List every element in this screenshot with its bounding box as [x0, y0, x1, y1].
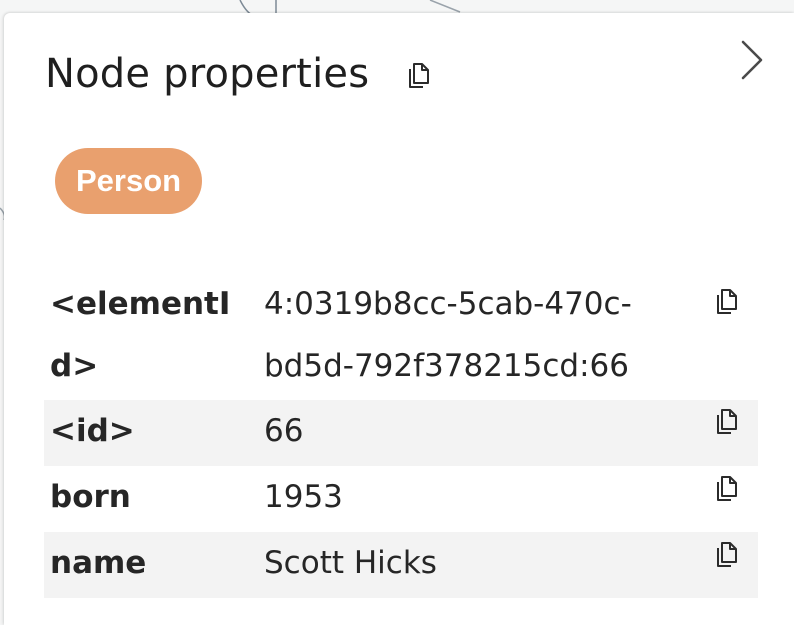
property-key: name [50, 545, 147, 581]
property-value: Scott Hicks [264, 545, 437, 581]
label-chip-person[interactable]: Person [55, 148, 203, 214]
property-key: born [50, 479, 131, 515]
table-row: born 1953 [44, 466, 758, 532]
copy-icon[interactable] [714, 540, 740, 570]
properties-table: <elementI d> 4:0319b8cc-5cab-470c- bd5d-… [44, 273, 758, 598]
table-row: <elementI d> 4:0319b8cc-5cab-470c- bd5d-… [44, 273, 758, 400]
node-properties-panel: Node properties Person <elementI d> 4:03… [4, 13, 794, 625]
panel-title: Node properties [45, 51, 370, 97]
property-key: <id> [50, 413, 135, 449]
copy-icon[interactable] [714, 474, 740, 504]
copy-icon[interactable] [714, 407, 740, 437]
table-row: name Scott Hicks [44, 532, 758, 598]
property-value: 1953 [264, 479, 343, 515]
property-key-line: <elementI [50, 286, 231, 322]
table-row: <id> 66 [44, 400, 758, 466]
chevron-right-icon[interactable] [734, 38, 768, 82]
property-key-line: d> [50, 348, 99, 384]
property-value: 66 [264, 413, 304, 449]
property-value-line: bd5d-792f378215cd:66 [264, 348, 629, 384]
property-key: <elementI d> [50, 273, 245, 397]
property-value-line: 4:0319b8cc-5cab-470c- [264, 286, 632, 322]
copy-icon[interactable] [714, 287, 740, 317]
copy-icon[interactable] [406, 61, 432, 91]
property-value: 4:0319b8cc-5cab-470c- bd5d-792f378215cd:… [264, 273, 684, 397]
